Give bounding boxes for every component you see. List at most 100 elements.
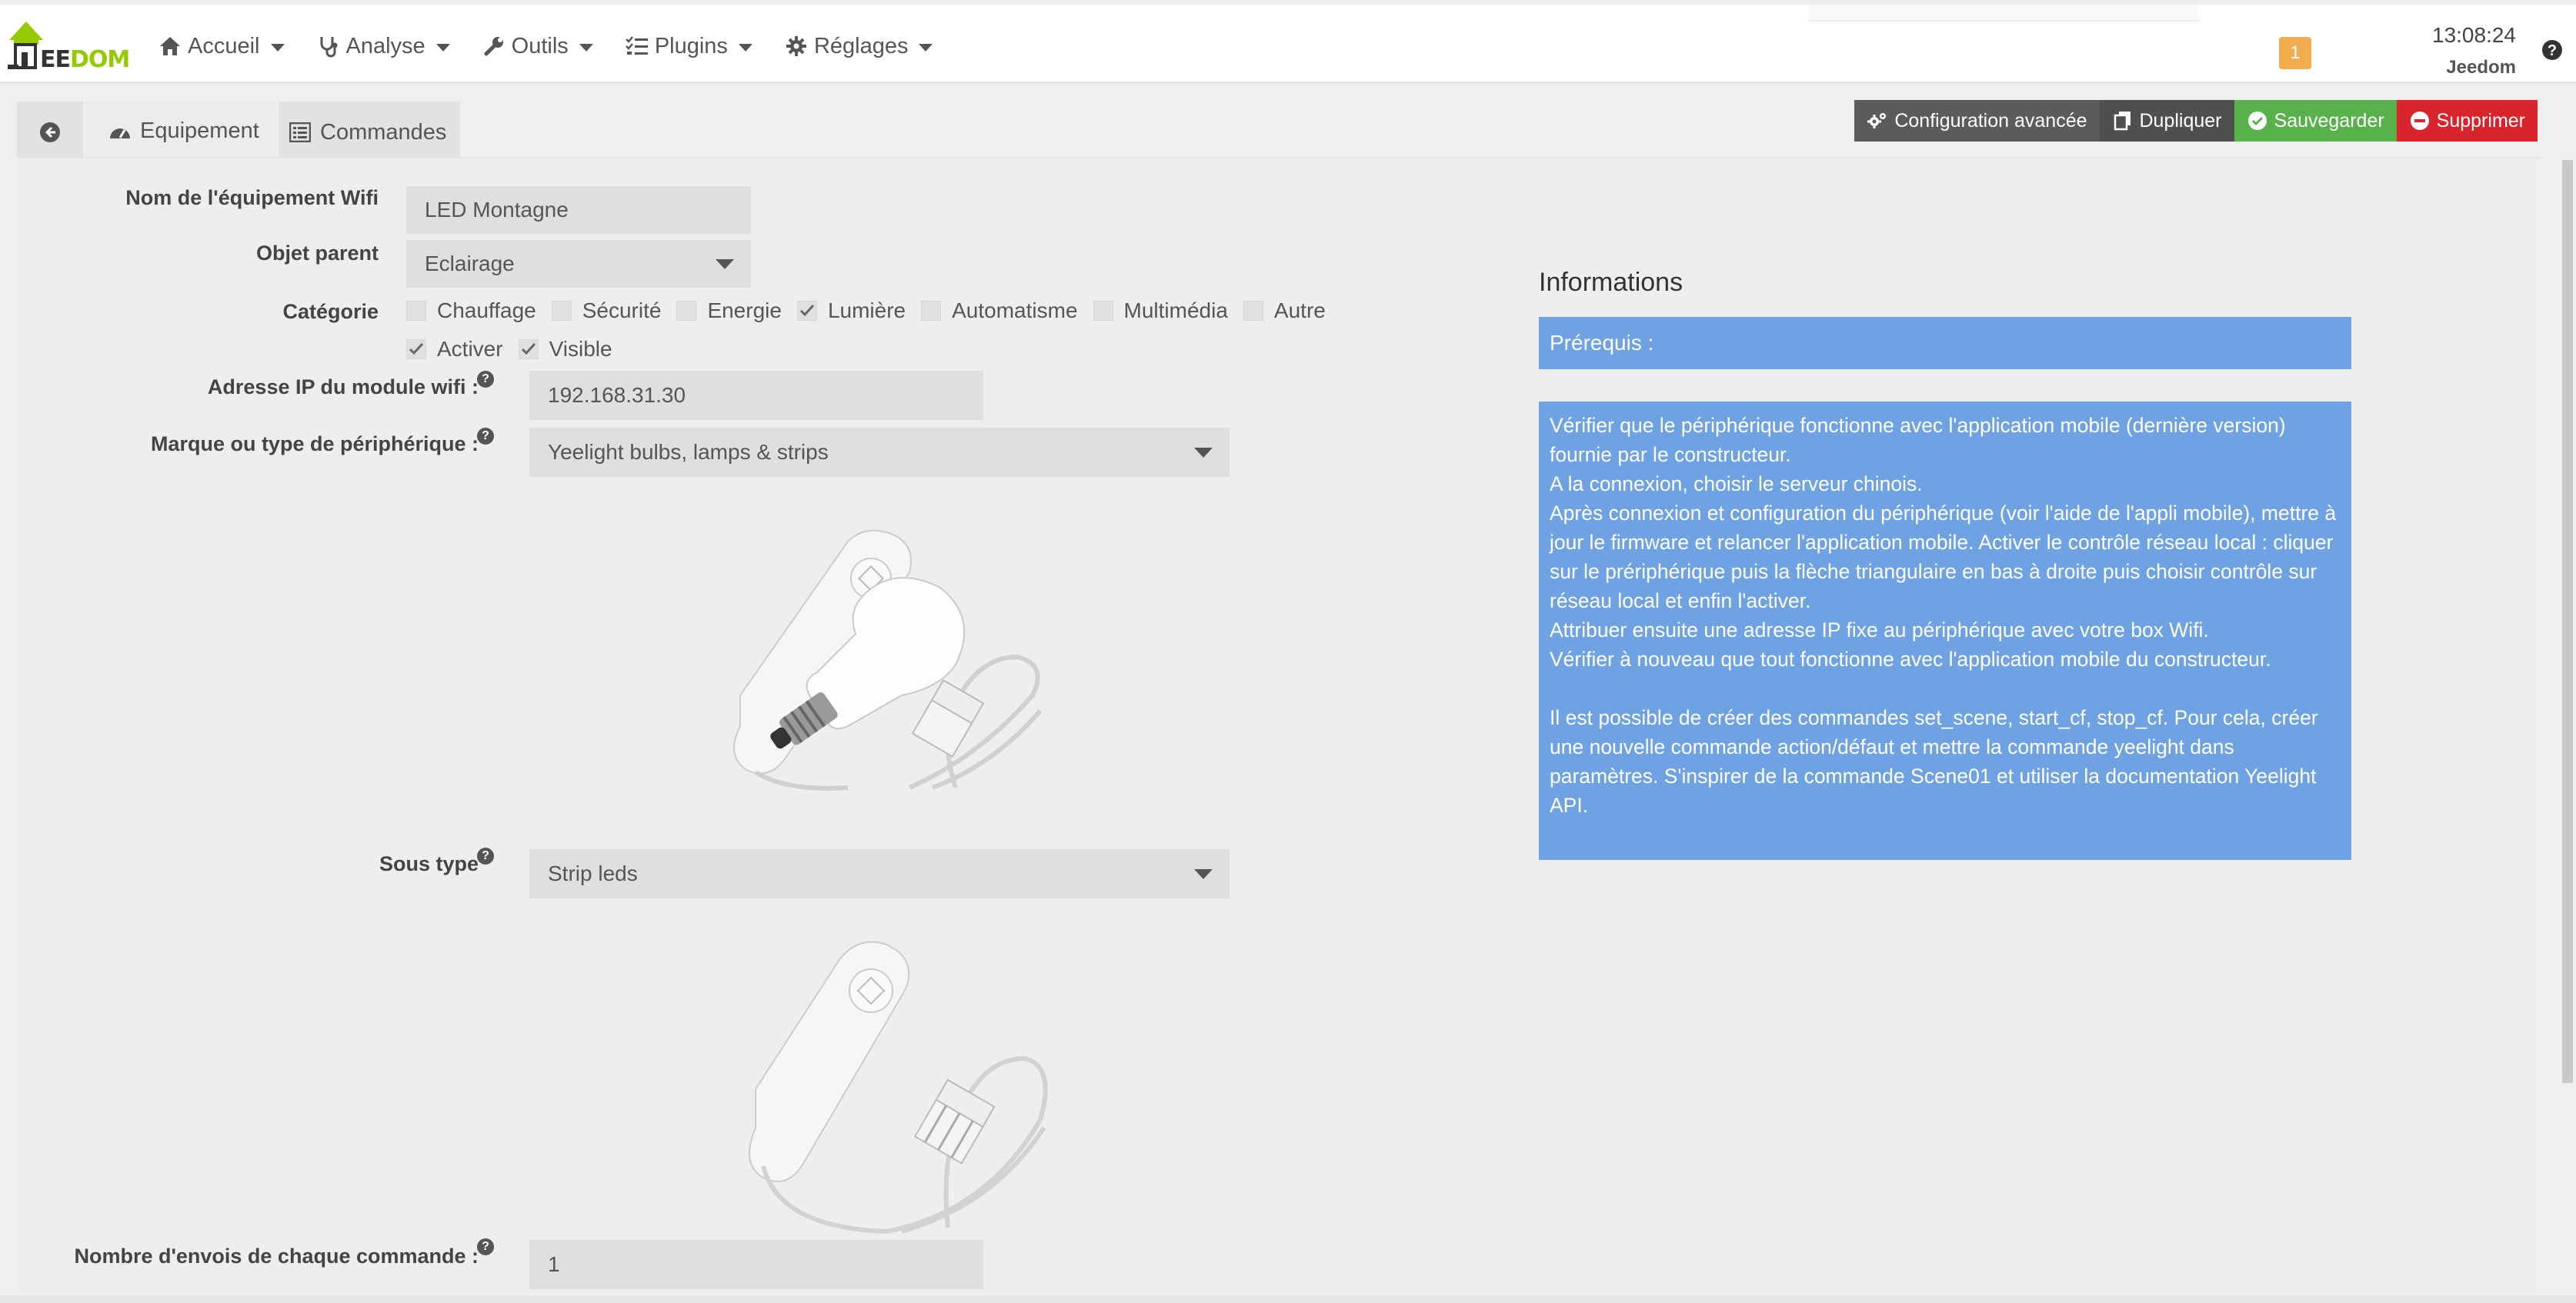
duplicate-label: Dupliquer (2139, 109, 2222, 132)
category-lumiere-label: Lumière (827, 298, 906, 322)
bottom-edge (0, 1295, 2576, 1303)
nav-outils-label: Outils (511, 33, 569, 58)
enable-toggle[interactable]: Activer (406, 337, 503, 362)
scroll-thumb[interactable] (2562, 160, 2573, 1083)
chevron-down-icon (435, 44, 450, 52)
nav-outils[interactable]: Outils (465, 5, 609, 88)
delete-label: Supprimer (2436, 109, 2525, 132)
info-line: A la connexion, choisir le serveur chino… (1550, 472, 1923, 495)
nav-plugins[interactable]: Plugins (609, 5, 768, 88)
prerequisite-body: Vérifier que le périphérique fonctionne … (1539, 402, 2351, 860)
save-button[interactable]: Sauvegarder (2234, 100, 2397, 142)
clock-time: 13:08:24 (2432, 23, 2516, 47)
equipment-name-input[interactable]: LED Montagne (406, 186, 751, 234)
checkbox[interactable] (551, 301, 572, 321)
chevron-down-icon (919, 44, 933, 52)
category-energie-label: Energie (707, 298, 782, 322)
visible-label: Visible (549, 337, 612, 361)
advanced-config-button[interactable]: Configuration avancée (1854, 100, 2100, 142)
back-button[interactable] (17, 102, 83, 163)
stethoscope-icon (315, 33, 342, 59)
minus-circle-icon (2409, 110, 2431, 132)
check-circle-icon (2247, 110, 2268, 132)
tab-equipement[interactable]: Equipement (85, 102, 277, 163)
prerequisite-header: Prérequis : (1539, 317, 2351, 369)
category-chauffage-label: Chauffage (437, 298, 536, 322)
advanced-config-label: Configuration avancée (1894, 109, 2087, 132)
category-chauffage[interactable]: Chauffage (406, 298, 536, 323)
parent-object-select[interactable]: Eclairage (406, 240, 751, 288)
info-line: Vérifier à nouveau que tout fonctionne a… (1550, 648, 2271, 671)
chevron-down-icon (579, 44, 593, 52)
subtype-label: Sous type (379, 852, 479, 875)
tachometer-icon (108, 119, 132, 144)
nav-analyse[interactable]: Analyse (300, 5, 465, 88)
checkbox-checked[interactable] (796, 301, 817, 321)
tab-bar: Equipement Commandes Configuration avanc… (17, 92, 2556, 163)
gears-icon (1867, 110, 1888, 132)
vertical-scrollbar[interactable] (2559, 157, 2576, 1294)
category-automatisme[interactable]: Automatisme (921, 298, 1078, 323)
check-icon (409, 342, 424, 355)
checkbox[interactable] (921, 301, 942, 321)
equipment-name-label: Nom de l'équipement Wifi (125, 186, 379, 209)
nav-reglages[interactable]: Réglages (768, 5, 949, 88)
delete-button[interactable]: Supprimer (2396, 100, 2538, 142)
yeelight-strip-image (749, 941, 1048, 1235)
send-count-label: Nombre d'envois de chaque commande : (74, 1245, 479, 1268)
gear-icon (783, 33, 809, 59)
ip-address-input[interactable]: 192.168.31.30 (529, 371, 983, 420)
user-name[interactable]: Jeedom (2432, 57, 2516, 78)
arrow-circle-left-icon (40, 122, 60, 142)
info-extra: Il est possible de créer des commandes s… (1550, 706, 2318, 817)
checkbox[interactable] (1093, 301, 1113, 321)
device-brand-select[interactable]: Yeelight bulbs, lamps & strips (529, 428, 1230, 477)
home-icon (157, 33, 183, 59)
info-line: Attribuer ensuite une adresse IP fixe au… (1550, 618, 2209, 642)
checkbox[interactable] (406, 301, 426, 321)
chevron-down-icon (738, 44, 752, 52)
visible-toggle[interactable]: Visible (518, 337, 612, 362)
main-menu: Accueil Analyse Outils Plugins Réglages (142, 5, 948, 88)
checkbox-checked[interactable] (518, 339, 539, 359)
nav-plugins-label: Plugins (654, 33, 728, 58)
category-autre-label: Autre (1273, 298, 1326, 322)
send-count-input[interactable]: 1 (529, 1240, 983, 1289)
category-energie[interactable]: Energie (676, 298, 782, 323)
category-multimedia-label: Multimédia (1123, 298, 1228, 322)
category-lumiere[interactable]: Lumière (796, 298, 906, 323)
info-title: Informations (1539, 268, 1683, 297)
caret-down-icon (1194, 448, 1213, 458)
nav-reglages-label: Réglages (813, 33, 909, 58)
nav-accueil-label: Accueil (188, 33, 260, 58)
search-dropdown-edge (1808, 5, 2201, 22)
caret-down-icon (1194, 869, 1213, 879)
category-autre[interactable]: Autre (1243, 298, 1326, 323)
category-checkboxes: Chauffage Sécurité Energie Lumière Autom… (406, 298, 1341, 323)
checkbox[interactable] (676, 301, 697, 321)
check-icon (521, 342, 536, 355)
checkbox[interactable] (1243, 301, 1263, 321)
help-icon[interactable]: ? (477, 1238, 494, 1255)
subtype-select[interactable]: Strip leds (529, 849, 1230, 898)
help-icon[interactable]: ? (477, 848, 494, 865)
question-circle-icon[interactable]: ? (2541, 38, 2564, 62)
page-content: Equipement Commandes Configuration avanc… (0, 83, 2576, 1303)
nav-accueil[interactable]: Accueil (142, 5, 300, 88)
notification-badge[interactable]: 1 (2279, 37, 2311, 69)
info-line: Vérifier que le périphérique fonctionne … (1550, 414, 2286, 466)
tab-commandes[interactable]: Commandes (279, 102, 460, 163)
checkbox-checked[interactable] (406, 339, 426, 359)
help-icon[interactable]: ? (477, 371, 494, 388)
duplicate-button[interactable]: Dupliquer (2099, 100, 2234, 142)
category-securite[interactable]: Sécurité (551, 298, 661, 323)
category-multimedia[interactable]: Multimédia (1093, 298, 1228, 323)
enable-label: Activer (437, 337, 503, 361)
copy-icon (2112, 110, 2134, 132)
jeedom-logo[interactable]: EEDOM (6, 17, 130, 75)
save-label: Sauvegarder (2274, 109, 2384, 132)
yeelight-bulb-image (733, 529, 1043, 791)
action-buttons: Configuration avancée Dupliquer Sauvegar… (1854, 100, 2538, 142)
help-icon[interactable]: ? (477, 428, 494, 445)
